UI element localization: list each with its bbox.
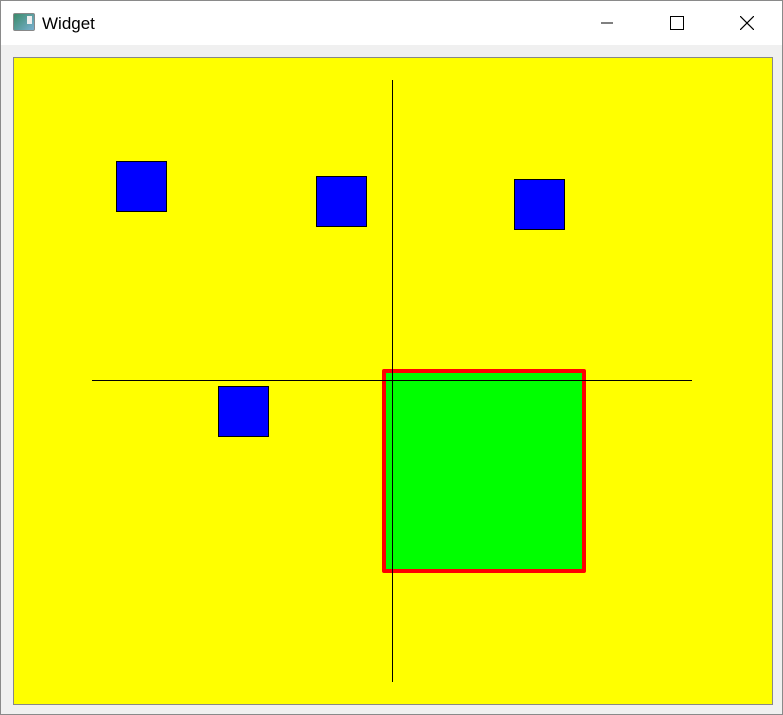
close-icon bbox=[740, 16, 754, 30]
blue-square[interactable] bbox=[316, 176, 367, 227]
horizontal-axis-line bbox=[92, 380, 692, 381]
selected-green-rectangle[interactable] bbox=[382, 369, 586, 573]
minimize-button[interactable] bbox=[572, 1, 642, 45]
close-button[interactable] bbox=[712, 1, 782, 45]
blue-square[interactable] bbox=[218, 386, 269, 437]
blue-square[interactable] bbox=[116, 161, 167, 212]
drawing-canvas[interactable] bbox=[13, 57, 773, 705]
window-title: Widget bbox=[42, 14, 95, 33]
vertical-axis-line bbox=[392, 80, 393, 682]
app-icon bbox=[13, 13, 35, 31]
maximize-button[interactable] bbox=[642, 1, 712, 45]
blue-square[interactable] bbox=[514, 179, 565, 230]
title-bar[interactable]: Widget bbox=[1, 1, 782, 45]
window: Widget bbox=[0, 0, 783, 715]
